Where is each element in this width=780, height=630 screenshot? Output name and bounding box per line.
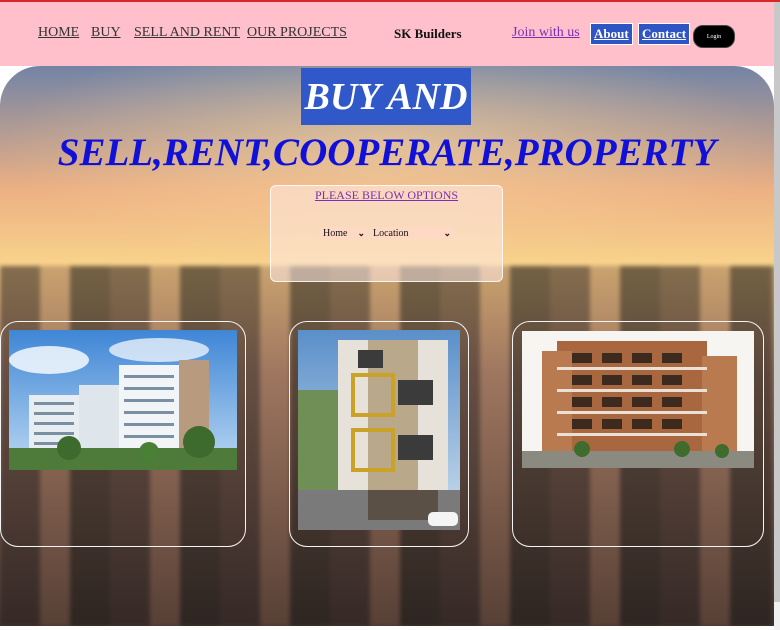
property-card-3[interactable] (512, 321, 764, 547)
location-select[interactable]: Location ⌄ (370, 227, 454, 239)
about-button[interactable]: About (590, 23, 633, 45)
property-image-2 (298, 330, 460, 530)
property-card-2[interactable] (289, 321, 469, 547)
nav-buy-link[interactable]: BUY (91, 25, 121, 41)
hero-headline-main: SELL,RENT,COOPERATE,PROPERTY (57, 131, 717, 174)
location-select-value: Location (373, 227, 409, 239)
join-link[interactable]: Join with us (512, 25, 580, 41)
nav-home-link[interactable]: HOME (38, 25, 79, 41)
navbar: HOME BUY SELL AND RENT OUR PROJECTS SK B… (0, 2, 780, 66)
options-title-link[interactable]: PLEASE BELOW OPTIONS (271, 188, 502, 203)
chevron-down-icon: ⌄ (443, 227, 451, 238)
property-image-1 (9, 330, 237, 470)
chevron-down-icon: ⌄ (357, 227, 365, 238)
type-select-value: Home (323, 227, 348, 239)
brand-name: SK Builders (394, 26, 462, 41)
login-button[interactable]: Login (693, 25, 735, 48)
type-select[interactable]: Home ⌄ (320, 227, 368, 239)
property-card-1[interactable] (0, 321, 246, 547)
nav-sell-rent-link[interactable]: SELL AND RENT (134, 25, 240, 41)
hero-headline-top: BUY AND (301, 68, 471, 125)
scrollbar-thumb[interactable] (774, 2, 780, 602)
contact-button[interactable]: Contact (638, 23, 691, 45)
property-image-3 (522, 331, 754, 468)
options-panel: PLEASE BELOW OPTIONS Home ⌄ Location ⌄ (270, 185, 503, 282)
nav-projects-link[interactable]: OUR PROJECTS (247, 25, 347, 41)
